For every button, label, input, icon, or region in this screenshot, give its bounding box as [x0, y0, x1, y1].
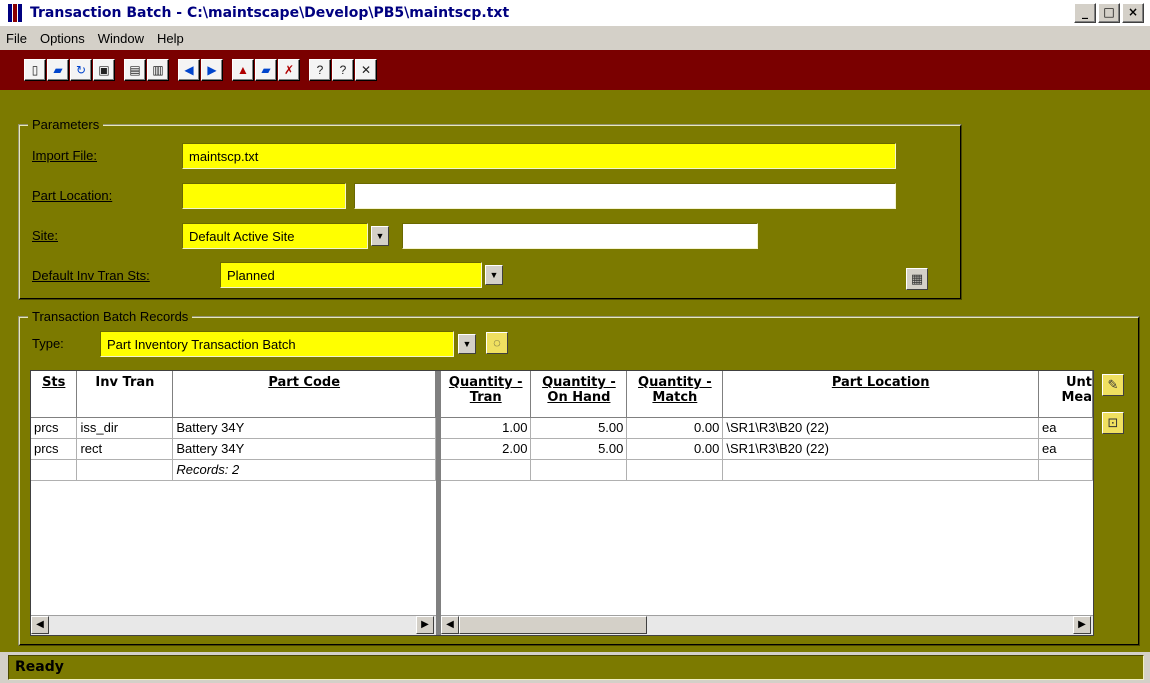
- open-folder-icon[interactable]: ▰: [47, 59, 69, 81]
- refresh-icon[interactable]: ↻: [70, 59, 92, 81]
- edit-pencil-icon[interactable]: ✎: [1102, 374, 1124, 396]
- table-row[interactable]: prcs rect Battery 34Y: [31, 438, 436, 460]
- scroll-right-arrow-icon[interactable]: ▶: [1073, 616, 1091, 634]
- default-sts-select[interactable]: Planned: [220, 262, 482, 288]
- site-select[interactable]: Default Active Site: [182, 223, 368, 249]
- print-icon[interactable]: ▤: [124, 59, 146, 81]
- grid-right-pane: Quantity - Tran Quantity - On Hand Quantit…: [441, 371, 1093, 481]
- column-header-part-location[interactable]: Part Location: [722, 371, 1039, 418]
- arrow-left-icon[interactable]: ◀: [178, 59, 200, 81]
- menu-file[interactable]: File: [6, 31, 27, 46]
- print-preview-icon[interactable]: ▥: [147, 59, 169, 81]
- minimize-button[interactable]: _: [1074, 3, 1096, 23]
- cell-sts[interactable]: prcs: [31, 417, 78, 439]
- lookup-icon[interactable]: ▦: [906, 268, 928, 290]
- grid-left-pane: Sts Inv Tran Part Code prcs iss_dir Batt…: [31, 371, 436, 481]
- records-grid[interactable]: Sts Inv Tran Part Code prcs iss_dir Batt…: [30, 370, 1094, 636]
- menu-bar: File Options Window Help: [0, 26, 1150, 50]
- import-file-input[interactable]: maintscp.txt: [182, 143, 896, 169]
- help-icon[interactable]: ?: [309, 59, 331, 81]
- scroll-left-arrow-icon[interactable]: ◀: [441, 616, 459, 634]
- site-dropdown-button[interactable]: ▼: [371, 226, 389, 246]
- cell-qty-tran[interactable]: 1.00: [441, 417, 532, 439]
- menu-window[interactable]: Window: [98, 31, 144, 46]
- save-icon[interactable]: ▣: [93, 59, 115, 81]
- cell-part-code[interactable]: Battery 34Y: [172, 417, 436, 439]
- column-header-uom[interactable]: Unt Mea: [1038, 371, 1093, 418]
- main-panel: Parameters Import File: maintscp.txt Par…: [0, 90, 1150, 652]
- scroll-right-arrow-icon[interactable]: ▶: [416, 616, 434, 634]
- menu-help[interactable]: Help: [157, 31, 184, 46]
- part-location-desc-input[interactable]: [354, 183, 896, 209]
- app-icon: [8, 4, 26, 22]
- column-header-part-code[interactable]: Part Code: [172, 371, 436, 418]
- toolbar: ▯ ▰ ↻ ▣ ▤ ▥ ◀ ▶ ▲ ▰ ✗ ? ? ✕: [0, 50, 1150, 90]
- type-dropdown-button[interactable]: ▼: [458, 334, 476, 354]
- window-title: Transaction Batch - C:\maintscape\Develo…: [30, 5, 510, 21]
- records-count: Records: 2: [172, 459, 436, 481]
- new-document-icon[interactable]: ▯: [24, 59, 46, 81]
- scroll-left-arrow-icon[interactable]: ◀: [31, 616, 49, 634]
- type-label: Type:: [32, 336, 64, 351]
- cell-sts[interactable]: prcs: [31, 438, 78, 460]
- import-folder-icon[interactable]: ▰: [255, 59, 277, 81]
- import-file-label: Import File:: [32, 148, 98, 163]
- cell-part-location[interactable]: \SR1\R3\B20 (22): [722, 417, 1039, 439]
- parameters-legend: Parameters: [28, 117, 104, 132]
- cell-qty-on-hand[interactable]: 5.00: [530, 438, 628, 460]
- lock-icon[interactable]: ▲: [232, 59, 254, 81]
- close-window-icon[interactable]: ✕: [355, 59, 377, 81]
- type-select[interactable]: Part Inventory Transaction Batch: [100, 331, 454, 357]
- close-button[interactable]: ×: [1122, 3, 1144, 23]
- column-header-qty-tran[interactable]: Quantity - Tran: [441, 371, 532, 418]
- records-footer-row: [441, 459, 1093, 481]
- status-bar: Ready: [0, 652, 1150, 683]
- column-header-sts[interactable]: Sts: [31, 371, 78, 418]
- cell-qty-tran[interactable]: 2.00: [441, 438, 532, 460]
- arrow-right-icon[interactable]: ▶: [201, 59, 223, 81]
- left-horizontal-scrollbar[interactable]: ◀ ▶: [31, 615, 436, 635]
- cell-qty-on-hand[interactable]: 5.00: [530, 417, 628, 439]
- context-help-icon[interactable]: ?: [332, 59, 354, 81]
- cell-inv-tran[interactable]: rect: [76, 438, 174, 460]
- site-label: Site:: [32, 228, 59, 243]
- records-footer-row: Records: 2: [31, 459, 436, 481]
- binoculars-icon[interactable]: ⊡: [1102, 412, 1124, 434]
- delete-record-icon[interactable]: ✗: [278, 59, 300, 81]
- table-row[interactable]: 1.00 5.00 0.00 \SR1\R3\B20 (22) ea: [441, 417, 1093, 439]
- scroll-thumb[interactable]: [459, 616, 647, 634]
- speech-bubble-icon[interactable]: ◌: [486, 332, 508, 354]
- right-horizontal-scrollbar[interactable]: ◀ ▶: [441, 615, 1093, 635]
- status-text: Ready: [8, 655, 1144, 680]
- maximize-button[interactable]: □: [1098, 3, 1120, 23]
- part-location-label: Part Location:: [32, 188, 113, 203]
- menu-options[interactable]: Options: [40, 31, 85, 46]
- cell-part-location[interactable]: \SR1\R3\B20 (22): [722, 438, 1039, 460]
- cell-part-code[interactable]: Battery 34Y: [172, 438, 436, 460]
- part-location-code-input[interactable]: [182, 183, 346, 209]
- column-header-qty-on-hand[interactable]: Quantity - On Hand: [530, 371, 628, 418]
- site-desc-input[interactable]: [402, 223, 758, 249]
- column-header-qty-match[interactable]: Quantity - Match: [626, 371, 724, 418]
- title-bar: Transaction Batch - C:\maintscape\Develo…: [0, 0, 1150, 26]
- column-header-inv-tran[interactable]: Inv Tran: [76, 371, 174, 418]
- table-row[interactable]: 2.00 5.00 0.00 \SR1\R3\B20 (22) ea: [441, 438, 1093, 460]
- cell-uom[interactable]: ea: [1038, 417, 1093, 439]
- cell-inv-tran[interactable]: iss_dir: [76, 417, 174, 439]
- default-sts-dropdown-button[interactable]: ▼: [485, 265, 503, 285]
- cell-uom[interactable]: ea: [1038, 438, 1093, 460]
- default-sts-label: Default Inv Tran Sts:: [32, 268, 150, 283]
- cell-qty-match[interactable]: 0.00: [626, 417, 724, 439]
- table-row[interactable]: prcs iss_dir Battery 34Y: [31, 417, 436, 439]
- cell-qty-match[interactable]: 0.00: [626, 438, 724, 460]
- records-legend: Transaction Batch Records: [28, 309, 193, 324]
